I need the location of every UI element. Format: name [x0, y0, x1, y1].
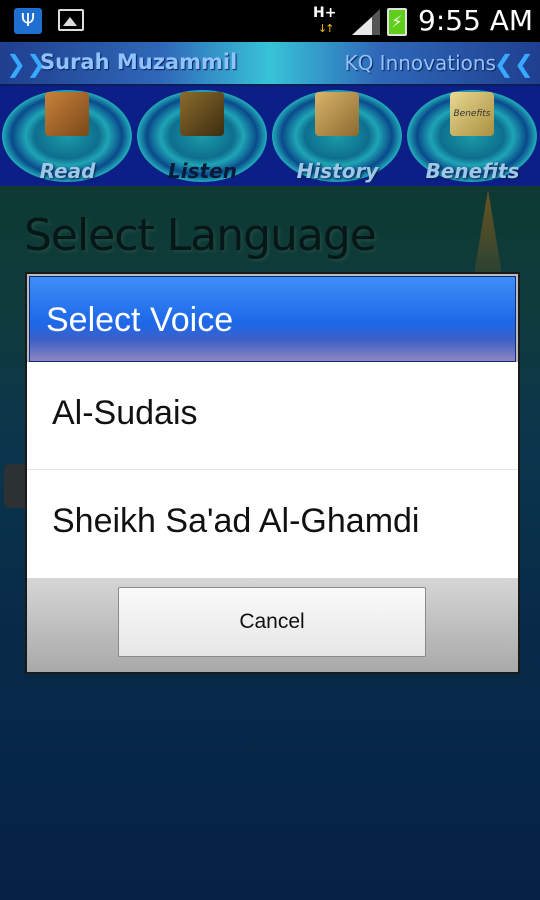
voice-option-al-sudais[interactable]: Al-Sudais	[27, 362, 518, 470]
headphones-icon	[180, 92, 224, 136]
select-voice-dialog: Select Voice Al-Sudais Sheikh Sa'ad Al-G…	[25, 272, 520, 674]
note-icon: Benefits	[450, 92, 494, 136]
double-chevron-left-icon: ❮❮	[493, 50, 534, 78]
usb-icon: Ψ	[14, 8, 42, 34]
nav-item-listen[interactable]: Listen	[135, 86, 270, 186]
voice-option-label: Sheikh Sa'ad Al-Ghamdi	[52, 502, 420, 540]
cancel-button[interactable]: Cancel	[118, 587, 426, 657]
nav-label: History	[296, 159, 379, 183]
battery-charging-icon: ⚡	[387, 8, 407, 36]
nav-item-history[interactable]: History	[270, 86, 405, 186]
clock: 9:55 AM	[418, 4, 534, 37]
dialog-footer: Cancel	[27, 578, 518, 672]
nav-item-benefits[interactable]: Benefits Benefits	[405, 86, 540, 186]
voice-list: Al-Sudais Sheikh Sa'ad Al-Ghamdi	[27, 362, 518, 578]
nav-label: Listen	[168, 159, 237, 183]
dialog-title: Select Voice	[46, 301, 234, 339]
app-name: Surah Muzammil	[40, 50, 238, 74]
brand-name: KQ Innovations	[344, 51, 496, 75]
voice-option-label: Al-Sudais	[52, 394, 198, 432]
app-title-bar: ❯❯ Surah Muzammil KQ Innovations ❮❮	[0, 42, 540, 86]
nav-item-read[interactable]: Read	[0, 86, 135, 186]
status-bar: Ψ H+ ↓↑ ⚡ 9:55 AM	[0, 0, 540, 42]
data-arrows-icon: ↓↑	[318, 22, 335, 35]
dialog-header: Select Voice	[29, 276, 516, 362]
nav-label: Benefits	[425, 159, 520, 183]
image-icon	[58, 9, 84, 31]
book-icon	[45, 92, 89, 136]
nav-label: Read	[39, 159, 96, 183]
main-nav: Read Listen History Benefits Benefits	[0, 86, 540, 186]
voice-option-al-ghamdi[interactable]: Sheikh Sa'ad Al-Ghamdi	[27, 470, 518, 577]
scroll-icon	[315, 92, 359, 136]
signal-icon	[352, 9, 380, 35]
network-type: H+	[313, 5, 337, 21]
